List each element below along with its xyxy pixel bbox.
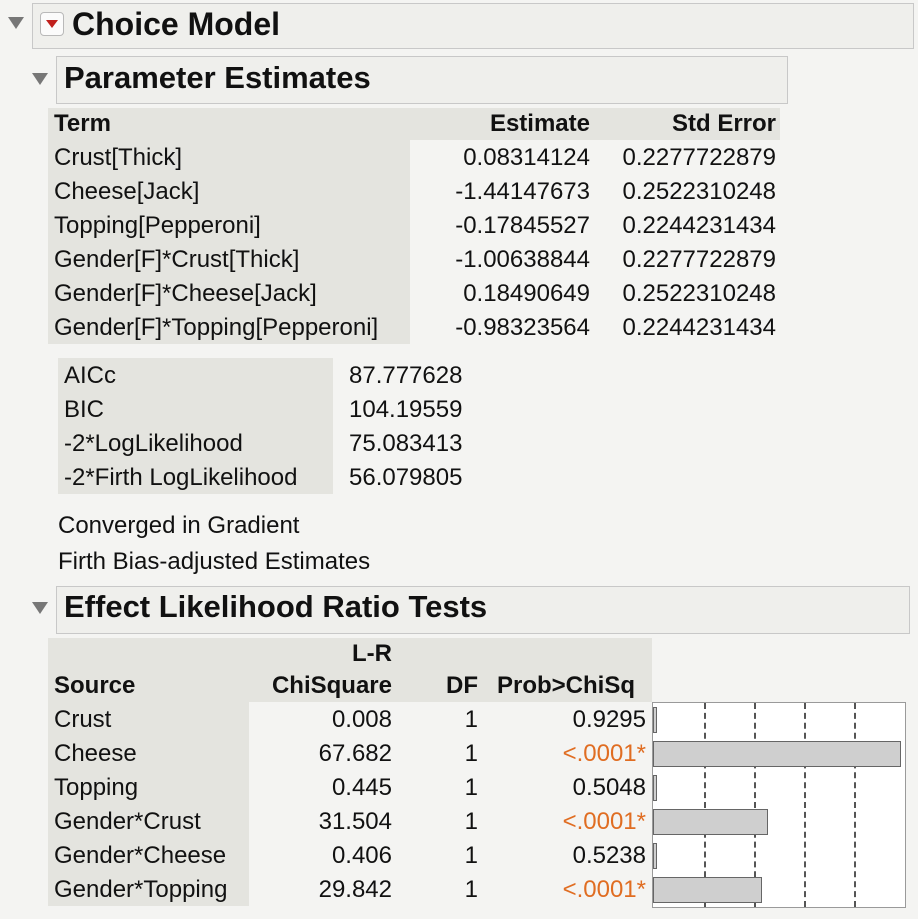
collapse-triangle-icon[interactable]: [32, 602, 48, 614]
chisquare-bar: [653, 707, 657, 733]
chisquare-bar-chart: [652, 702, 906, 908]
effect-row-prob: <.0001*: [562, 876, 646, 903]
chisquare-bar: [653, 809, 768, 835]
effect-row-chisquare: 0.406: [331, 842, 392, 869]
fit-stat-value: 104.19559: [349, 396, 463, 423]
effect-row-source: Crust: [54, 706, 112, 733]
fit-stat-label: -2*LogLikelihood: [64, 430, 243, 457]
table-row-std-error: 0.2277722879: [622, 144, 777, 171]
choice-model-title: Choice Model: [72, 6, 281, 42]
fit-stat-value: 75.083413: [349, 430, 463, 457]
fit-stat-label: AICc: [64, 362, 117, 389]
table-row-estimate: -1.44147673: [455, 178, 590, 205]
effect-row-prob: <.0001*: [562, 808, 646, 835]
term-column-header: Term: [54, 110, 111, 137]
table-row-std-error: 0.2244231434: [622, 314, 777, 341]
chart-gridline: [854, 703, 856, 907]
table-row-estimate: -1.00638844: [455, 246, 590, 273]
table-row-term: Gender[F]*Crust[Thick]: [54, 246, 300, 273]
table-row-estimate: 0.18490649: [463, 280, 590, 307]
collapse-triangle-icon[interactable]: [32, 73, 48, 85]
effect-row-chisquare: 0.445: [331, 774, 392, 801]
collapse-triangle-icon[interactable]: [8, 17, 24, 29]
fit-stat-label: -2*Firth LogLikelihood: [64, 464, 298, 491]
table-row-term: Gender[F]*Topping[Pepperoni]: [54, 314, 379, 341]
effect-row-prob: <.0001*: [562, 740, 646, 767]
effect-row-source: Cheese: [54, 740, 137, 767]
effect-row-chisquare: 29.842: [318, 876, 392, 903]
source-column-header: Source: [54, 672, 136, 699]
prob-column-header: Prob>ChiSq: [497, 672, 636, 699]
effect-row-chisquare: 67.682: [318, 740, 392, 767]
effect-row-chisquare: 31.504: [318, 808, 392, 835]
effect-row-prob: 0.9295: [572, 706, 646, 733]
chisquare-bar: [653, 741, 901, 767]
convergence-note: Converged in Gradient: [58, 512, 300, 539]
effect-row-df: 1: [464, 740, 478, 767]
table-row-std-error: 0.2522310248: [622, 178, 777, 205]
firth-note: Firth Bias-adjusted Estimates: [58, 548, 371, 575]
effect-tests-title: Effect Likelihood Ratio Tests: [64, 589, 488, 624]
df-column-header: DF: [446, 672, 478, 699]
table-row-term: Topping[Pepperoni]: [54, 212, 261, 239]
chisquare-bar: [653, 775, 657, 801]
chart-gridline: [804, 703, 806, 907]
fit-stat-value: 56.079805: [349, 464, 463, 491]
chisquare-bar: [653, 877, 762, 903]
effect-row-df: 1: [464, 842, 478, 869]
effect-row-prob: 0.5048: [572, 774, 646, 801]
effect-row-df: 1: [464, 808, 478, 835]
lr-column-header-top: L-R: [352, 640, 392, 667]
effect-row-source: Topping: [54, 774, 139, 801]
effect-row-chisquare: 0.008: [331, 706, 392, 733]
chisquare-column-header: ChiSquare: [271, 672, 392, 699]
table-row-estimate: -0.17845527: [455, 212, 590, 239]
table-row-term: Cheese[Jack]: [54, 178, 200, 205]
table-row-std-error: 0.2277722879: [622, 246, 777, 273]
effect-row-source: Gender*Topping: [54, 876, 228, 903]
estimate-column-header: Estimate: [489, 110, 590, 137]
fit-stat-label: BIC: [64, 396, 105, 423]
effect-row-source: Gender*Crust: [54, 808, 201, 835]
table-row-term: Gender[F]*Cheese[Jack]: [54, 280, 317, 307]
std-error-column-header: Std Error: [671, 110, 776, 137]
fit-stat-value: 87.777628: [349, 362, 463, 389]
parameter-estimates-title: Parameter Estimates: [64, 60, 371, 95]
effect-row-df: 1: [464, 774, 478, 801]
effect-row-df: 1: [464, 706, 478, 733]
table-row-estimate: -0.98323564: [455, 314, 590, 341]
table-row-estimate: 0.08314124: [463, 144, 590, 171]
effect-row-df: 1: [464, 876, 478, 903]
red-triangle-menu-icon[interactable]: [40, 12, 64, 36]
effect-row-source: Gender*Cheese: [54, 842, 227, 869]
table-row-std-error: 0.2244231434: [622, 212, 777, 239]
effect-row-prob: 0.5238: [572, 842, 646, 869]
chisquare-bar: [653, 843, 657, 869]
table-row-std-error: 0.2522310248: [622, 280, 777, 307]
table-row-term: Crust[Thick]: [54, 144, 183, 171]
